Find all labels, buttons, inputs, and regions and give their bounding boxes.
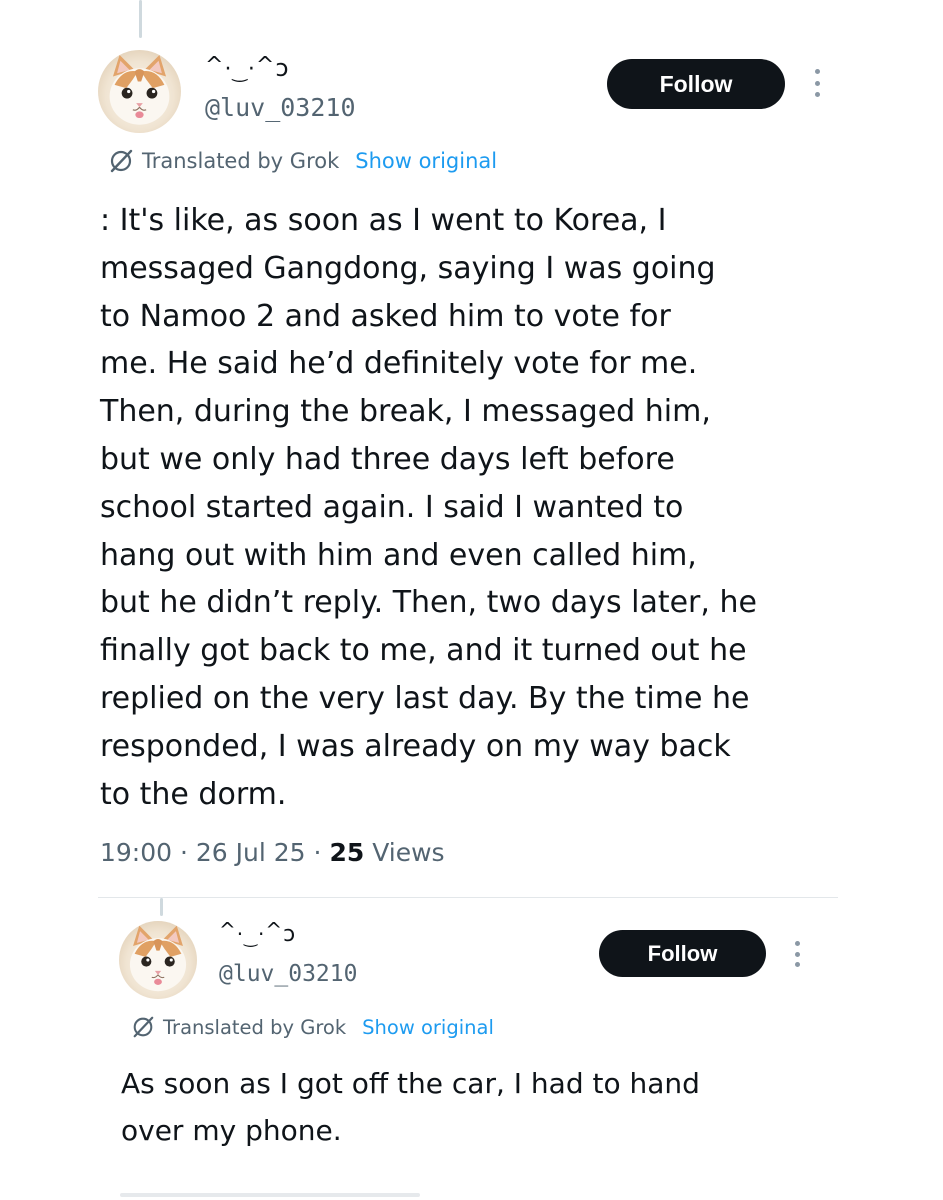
views-label: Views (372, 838, 445, 867)
divider (98, 897, 838, 898)
translated-by-label: Translated by Grok (142, 149, 340, 173)
show-original-link[interactable]: Show original (362, 1016, 494, 1039)
tweet-meta: 19:00 · 26 Jul 25 · 25 Views (100, 838, 445, 867)
cat-avatar-icon (109, 54, 170, 125)
tweet-date[interactable]: 26 Jul 25 (196, 838, 306, 867)
display-name[interactable]: ^·‿·^ↄ (205, 50, 290, 83)
more-options-icon[interactable] (793, 941, 801, 967)
grok-translate-icon (110, 149, 133, 173)
display-name[interactable]: ^·‿·^ↄ (219, 918, 296, 948)
follow-button[interactable]: Follow (599, 930, 766, 977)
show-original-link[interactable]: Show original (355, 149, 497, 173)
handle[interactable]: @luv_03210 (219, 961, 357, 987)
next-item-remnant (120, 1193, 420, 1197)
tweet-text: As soon as I got off the car, I had to h… (121, 1067, 700, 1147)
avatar[interactable] (98, 50, 181, 133)
translation-row: Translated by Grok Show original (108, 144, 497, 178)
handle[interactable]: @luv_03210 (205, 93, 356, 122)
follow-button[interactable]: Follow (607, 59, 785, 109)
translated-by-label: Translated by Grok (163, 1015, 347, 1039)
thread-connector-line (139, 0, 142, 38)
translation-row: Translated by Grok Show original (131, 1011, 494, 1043)
tweet-thread-page: ^·‿·^ↄ @luv_03210 Follow Translated by G… (0, 0, 943, 1200)
tweet-time[interactable]: 19:00 (100, 838, 172, 867)
views-count: 25 (329, 838, 365, 867)
grok-translate-icon (133, 1016, 154, 1038)
thread-connector-line (160, 898, 163, 916)
previous-tweet-action-bar (200, 0, 840, 6)
cat-avatar-icon (129, 925, 187, 992)
avatar[interactable] (119, 921, 197, 999)
tweet-text: : It's like, as soon as I went to Korea,… (100, 203, 757, 812)
more-options-icon[interactable] (813, 69, 821, 97)
